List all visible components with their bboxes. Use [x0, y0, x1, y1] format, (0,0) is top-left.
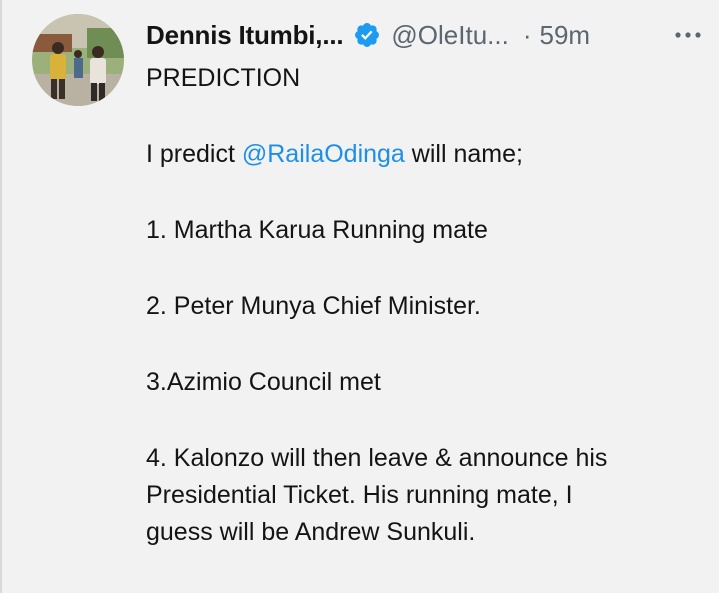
tweet-line: 4. Kalonzo will then leave & announce hi…	[146, 444, 608, 472]
tweet-timestamp[interactable]: 59m	[540, 20, 591, 51]
tweet-line: PREDICTION	[146, 64, 301, 92]
verified-badge-icon	[353, 21, 381, 49]
mention-link[interactable]: @RailaOdinga	[242, 140, 405, 168]
tweet-line: guess will be Andrew Sunkuli.	[146, 518, 476, 546]
more-horizontal-icon[interactable]	[670, 25, 706, 45]
header-separator: ·	[522, 19, 532, 50]
author-name[interactable]: Dennis Itumbi,...	[146, 20, 344, 51]
card-border	[0, 0, 2, 593]
tweet-text: will name;	[404, 140, 523, 168]
tweet-body: PREDICTION I predict @RailaOdinga will n…	[146, 60, 706, 551]
author-handle[interactable]: @OleItu...	[391, 20, 508, 51]
tweet-line: 1. Martha Karua Running mate	[146, 216, 488, 244]
avatar[interactable]	[32, 14, 124, 106]
tweet-line: 2. Peter Munya Chief Minister.	[146, 292, 481, 320]
tweet-header: Dennis Itumbi,... @OleItu... · 59m	[146, 18, 706, 52]
tweet-text: I predict	[146, 140, 242, 168]
tweet-line: 3.Azimio Council met	[146, 368, 381, 396]
avatar-photo	[32, 14, 124, 106]
tweet-card[interactable]: Dennis Itumbi,... @OleItu... · 59m PREDI…	[0, 0, 719, 593]
tweet-line: Presidential Ticket. His running mate, I	[146, 481, 573, 509]
tweet-line: I predict @RailaOdinga will name;	[146, 136, 706, 173]
